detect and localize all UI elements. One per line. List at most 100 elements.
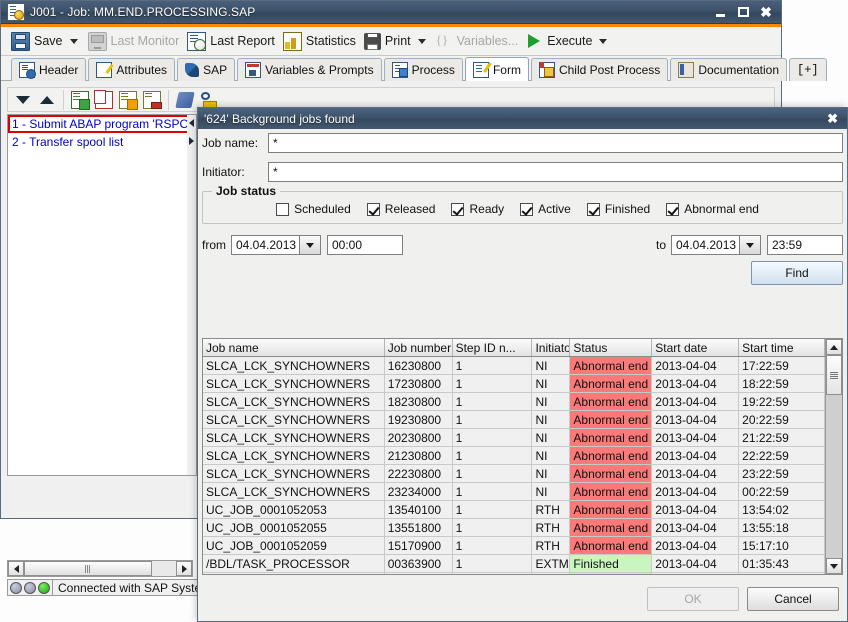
tab-process[interactable]: Process <box>384 58 463 81</box>
tree-item-transfer-spool[interactable]: 2 - Transfer spool list <box>8 133 192 151</box>
tab-child-post-process[interactable]: Child Post Process <box>531 58 668 81</box>
column-header-status[interactable]: Status <box>570 339 652 356</box>
jobs-table-vertical-scrollbar[interactable] <box>825 339 842 574</box>
column-header-step-id[interactable]: Step ID n... <box>453 339 533 356</box>
to-time-field[interactable]: 23:59 <box>767 235 843 255</box>
tab-add[interactable]: [+] <box>789 58 827 81</box>
hscroll-thumb[interactable] <box>24 561 152 576</box>
toolbar-statistics-button[interactable]: Statistics <box>279 29 360 54</box>
table-row[interactable]: SLCA_LCK_SYNCHOWNERS182308001NIAbnormal … <box>203 393 825 411</box>
vscroll-thumb[interactable] <box>826 355 842 395</box>
scroll-up-button[interactable] <box>826 339 842 355</box>
delete-step-button[interactable] <box>141 89 163 110</box>
checkbox-finished-box[interactable] <box>587 203 600 216</box>
table-row[interactable]: SLCA_LCK_SYNCHOWNERS202308001NIAbnormal … <box>203 429 825 447</box>
toolbar-variables-label: Variables... <box>457 34 519 48</box>
cancel-button[interactable]: Cancel <box>747 587 839 611</box>
column-header-job-name[interactable]: Job name <box>203 339 385 356</box>
table-row[interactable]: SLCA_LCK_SYNCHOWNERS222308001NIAbnormal … <box>203 465 825 483</box>
table-row[interactable]: SLCA_LCK_SYNCHOWNERS232340001NIAbnormal … <box>203 483 825 501</box>
tab-variables-prompts[interactable]: Variables & Prompts <box>237 58 382 81</box>
initiator-input[interactable]: * <box>268 162 843 182</box>
modify-step-button[interactable] <box>117 89 139 110</box>
column-header-job-number[interactable]: Job number <box>385 339 453 356</box>
collapse-left-icon[interactable] <box>189 119 194 127</box>
tree-side-buttons[interactable] <box>187 114 197 476</box>
scroll-down-button[interactable] <box>826 558 842 574</box>
table-row[interactable]: UC_JOB_0001052059151709001RTHAbnormal en… <box>203 537 825 555</box>
move-up-button[interactable] <box>36 89 58 110</box>
chevron-down-icon <box>306 243 314 248</box>
column-header-start-date[interactable]: Start date <box>652 339 739 356</box>
table-cell-c3: NI <box>532 357 570 374</box>
from-date-dropdown-button[interactable] <box>299 235 321 255</box>
hscroll-track[interactable] <box>24 561 176 576</box>
tab-sap[interactable]: SAP <box>177 58 235 81</box>
table-row[interactable]: SLCA_LCK_SYNCHOWNERS172308001NIAbnormal … <box>203 375 825 393</box>
move-down-button[interactable] <box>12 89 34 110</box>
maximize-button[interactable] <box>732 3 754 21</box>
toolbar-save-button[interactable]: Save <box>7 29 84 54</box>
checkbox-released[interactable]: Released <box>367 202 436 216</box>
table-row[interactable]: UC_JOB_0001052053135401001RTHAbnormal en… <box>203 501 825 519</box>
scroll-left-button[interactable] <box>8 561 24 576</box>
from-date-combo[interactable]: 04.04.2013 <box>231 235 321 255</box>
checkbox-active-box[interactable] <box>520 203 533 216</box>
job-status-group: Job status Scheduled Released Ready <box>202 191 843 224</box>
copy-step-button[interactable] <box>93 89 115 110</box>
execute-dropdown-arrow-icon[interactable] <box>599 39 607 44</box>
minimize-button[interactable] <box>709 3 731 21</box>
column-header-start-time[interactable]: Start time <box>739 339 825 356</box>
table-row[interactable]: /BDL/TASK_PROCESSOR013639001EXTMMSFinish… <box>203 573 825 574</box>
table-row[interactable]: UC_JOB_0001052055135518001RTHAbnormal en… <box>203 519 825 537</box>
new-step-button[interactable] <box>69 89 91 110</box>
column-header-initiator[interactable]: Initiator <box>532 339 570 356</box>
tab-documentation[interactable]: Documentation <box>670 58 787 81</box>
from-date-field[interactable]: 04.04.2013 <box>231 235 299 255</box>
dialog-close-icon[interactable]: ✖ <box>824 113 841 125</box>
checkbox-finished[interactable]: Finished <box>587 202 650 216</box>
tab-header-label: Header <box>39 63 78 77</box>
toolbar-execute-button[interactable]: Execute <box>522 29 613 54</box>
table-cell-c4: Finished <box>570 573 652 574</box>
step-tree-panel[interactable]: 1 - Submit ABAP program 'RSPO0041 2 - Tr… <box>7 114 193 476</box>
scroll-right-button[interactable] <box>176 561 192 576</box>
checkbox-ready[interactable]: Ready <box>451 202 504 216</box>
checkbox-active[interactable]: Active <box>520 202 571 216</box>
toolbar-last-report-label: Last Report <box>210 34 275 48</box>
main-tabbar: Header Attributes SAP Variables & Prompt… <box>1 56 781 81</box>
table-row[interactable]: SLCA_LCK_SYNCHOWNERS212308001NIAbnormal … <box>203 447 825 465</box>
table-cell-c1: 01363900 <box>385 573 453 574</box>
toolbar-last-report-button[interactable]: Last Report <box>183 29 279 54</box>
table-row[interactable]: /BDL/TASK_PROCESSOR003639001EXTMMSFinish… <box>203 555 825 573</box>
find-button[interactable]: Find <box>751 261 843 285</box>
checkbox-ready-box[interactable] <box>451 203 464 216</box>
clipboard-button[interactable] <box>174 89 196 110</box>
checkbox-abnormal-end[interactable]: Abnormal end <box>666 202 759 216</box>
tab-attributes[interactable]: Attributes <box>88 58 175 81</box>
job-name-input[interactable]: * <box>268 133 843 153</box>
vscroll-track[interactable] <box>826 355 842 558</box>
save-dropdown-arrow-icon[interactable] <box>70 39 78 44</box>
table-row[interactable]: SLCA_LCK_SYNCHOWNERS162308001NIAbnormal … <box>203 357 825 375</box>
tab-form[interactable]: Form <box>465 57 529 81</box>
tab-header[interactable]: Header <box>11 58 86 81</box>
grip-icon <box>830 372 838 379</box>
tree-horizontal-scrollbar[interactable] <box>7 560 193 577</box>
print-dropdown-arrow-icon[interactable] <box>418 39 426 44</box>
checkbox-abnormal-end-box[interactable] <box>666 203 679 216</box>
expand-right-icon[interactable] <box>189 137 194 145</box>
checkbox-released-box[interactable] <box>367 203 380 216</box>
to-date-combo[interactable]: 04.04.2013 <box>671 235 761 255</box>
tree-item-label: 1 - Submit ABAP program 'RSPO0041 <box>12 117 193 131</box>
table-row[interactable]: SLCA_LCK_SYNCHOWNERS192308001NIAbnormal … <box>203 411 825 429</box>
checkbox-scheduled-box[interactable] <box>276 203 289 216</box>
to-date-dropdown-button[interactable] <box>739 235 761 255</box>
checkbox-scheduled[interactable]: Scheduled <box>276 202 351 216</box>
to-date-field[interactable]: 04.04.2013 <box>671 235 739 255</box>
tree-item-submit-abap[interactable]: 1 - Submit ABAP program 'RSPO0041 <box>8 115 192 133</box>
toolbar-print-button[interactable]: Print <box>360 29 432 54</box>
table-cell-c3: NI <box>532 393 570 410</box>
from-time-field[interactable]: 00:00 <box>327 235 403 255</box>
close-button[interactable]: ✖ <box>755 3 777 21</box>
